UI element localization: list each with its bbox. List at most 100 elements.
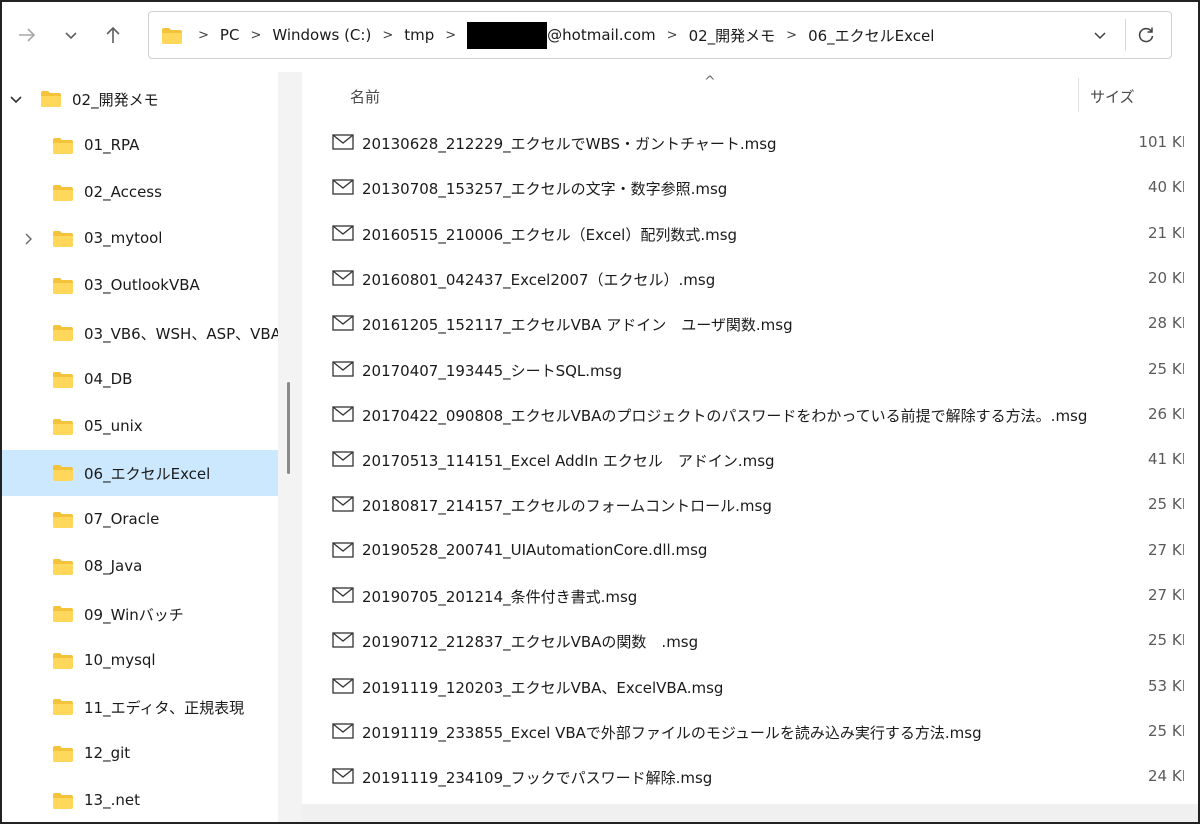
file-row[interactable]: 20161205_152117_エクセルVBA アドイン ユーザ関数.msg 28… — [328, 301, 1194, 346]
sidebar-folder-label: 13_.net — [84, 791, 140, 809]
breadcrumb-drive[interactable]: Windows (C:) — [272, 26, 371, 44]
breadcrumb-tmp[interactable]: tmp — [404, 26, 434, 44]
folder-icon — [52, 277, 74, 299]
sidebar-folder-item[interactable]: 02_Access — [2, 170, 278, 216]
recent-locations-button[interactable] — [56, 20, 86, 50]
refresh-button[interactable] — [1135, 24, 1157, 46]
file-row[interactable]: 20180817_214157_エクセルのフォームコントロール.msg 25 KB — [328, 482, 1194, 527]
arrow-right-icon — [19, 28, 36, 42]
address-bar[interactable]: > PC > Windows (C:) > tmp > @hotmail.com… — [148, 11, 1172, 59]
sidebar-folder-label: 02_Access — [84, 182, 162, 201]
sidebar-folder-item[interactable]: 08_Java — [2, 544, 278, 590]
column-name-header[interactable]: 名前 — [350, 86, 380, 107]
sidebar-folder-label: 04_DB — [84, 369, 133, 388]
navigation-scrollbar[interactable] — [287, 382, 290, 474]
folder-icon — [52, 698, 74, 720]
breadcrumb-pc[interactable]: PC — [220, 26, 240, 44]
breadcrumb-separator-icon: > — [382, 27, 394, 43]
file-row[interactable]: 20160515_210006_エクセル（Excel）配列数式.msg 21 KB — [328, 211, 1194, 256]
folder-icon — [52, 464, 74, 486]
file-row[interactable]: 20170513_114151_Excel AddIn エクセル アドイン.ms… — [328, 437, 1194, 482]
file-name: 20180817_214157_エクセルのフォームコントロール.msg — [362, 497, 772, 516]
sidebar-folder-item[interactable]: 01_RPA — [2, 123, 278, 169]
mail-message-icon — [332, 406, 354, 426]
sort-ascending-icon: ^ — [704, 74, 716, 90]
back-button[interactable] — [12, 20, 42, 50]
mail-message-icon — [332, 315, 354, 335]
sidebar-folder-label: 08_Java — [84, 557, 143, 575]
sidebar-folder-item[interactable]: 06_エクセルExcel — [2, 450, 278, 497]
breadcrumb-dev-notes[interactable]: 02_開発メモ — [689, 25, 776, 46]
sidebar-folder-item[interactable]: 13_.net — [2, 778, 278, 822]
horizontal-scrollbar[interactable] — [302, 804, 1198, 822]
sidebar-folder-item[interactable]: 03_VB6、WSH、ASP、VBA — [2, 310, 281, 356]
folder-icon — [52, 184, 74, 206]
explorer-window: > PC > Windows (C:) > tmp > @hotmail.com… — [0, 0, 1200, 824]
chevron-down-icon[interactable] — [8, 91, 24, 107]
chevron-right-icon[interactable] — [20, 231, 36, 247]
file-row[interactable]: 20191119_233855_Excel VBAで外部ファイルのモジュールを読… — [328, 709, 1194, 754]
mail-message-icon — [332, 496, 354, 516]
file-row[interactable]: 20191119_120203_エクセルVBA、ExcelVBA.msg 53 K… — [328, 664, 1194, 709]
breadcrumb-email-folder[interactable]: @hotmail.com — [547, 26, 656, 44]
breadcrumb-current[interactable]: 06_エクセルExcel — [808, 25, 934, 46]
sidebar-folder-item[interactable]: 09_Winバッチ — [2, 591, 278, 637]
folder-icon — [52, 511, 74, 533]
file-row[interactable]: 20160801_042437_Excel2007（エクセル）.msg 20 KB — [328, 256, 1194, 301]
sidebar-folder-item[interactable]: 11_エディタ、正規表現 — [2, 684, 278, 730]
folder-icon — [52, 558, 74, 580]
column-divider[interactable] — [1078, 78, 1079, 112]
breadcrumb-separator-icon: > — [250, 27, 262, 43]
sidebar-folder-label: 05_unix — [84, 416, 143, 435]
file-name: 20190712_212837_エクセルVBAの関数 .msg — [362, 633, 699, 652]
file-name: 20170422_090808_エクセルVBAのプロジェクトのパスワードをわかっ… — [362, 406, 1088, 425]
divider — [1125, 19, 1126, 51]
file-row[interactable]: 20190528_200741_UIAutomationCore.dll.msg… — [328, 528, 1194, 573]
column-size-header[interactable]: サイズ — [1090, 86, 1135, 107]
file-row[interactable]: 20191119_234109_フックでパスワード解除.msg 24 KB — [328, 754, 1194, 799]
sidebar-folder-label: 03_mytool — [84, 229, 163, 248]
sidebar-folder-item[interactable]: 07_Oracle — [2, 497, 278, 543]
sidebar-folder-label: 12_git — [84, 744, 131, 763]
mail-message-icon — [332, 360, 354, 381]
sidebar-folder-item[interactable]: 10_mysql — [2, 638, 278, 684]
pane-divider[interactable] — [278, 72, 302, 822]
sidebar-folder-label: 02_開発メモ — [72, 91, 159, 109]
folder-icon — [52, 652, 74, 674]
mail-message-icon — [332, 270, 354, 290]
mail-message-icon — [332, 542, 354, 562]
chevron-down-icon — [1094, 32, 1106, 40]
sidebar-folder-item[interactable]: 04_DB — [2, 357, 278, 403]
arrow-up-icon — [106, 26, 120, 43]
sidebar-folder-label: 09_Winバッチ — [84, 605, 184, 624]
file-row[interactable]: 20130708_153257_エクセルの文字・数字参照.msg 40 KB — [328, 165, 1194, 210]
sidebar-folder-label: 01_RPA — [84, 135, 140, 154]
file-name: 20160515_210006_エクセル（Excel）配列数式.msg — [362, 225, 738, 244]
sidebar-folder-label: 06_エクセルExcel — [84, 465, 211, 484]
breadcrumb: > PC > Windows (C:) > tmp > @hotmail.com… — [187, 12, 934, 58]
sidebar-folder-item[interactable]: 05_unix — [2, 404, 278, 450]
file-name: 20190528_200741_UIAutomationCore.dll.msg — [362, 540, 708, 559]
mail-message-icon — [332, 723, 354, 743]
sidebar-folder-item[interactable]: 03_OutlookVBA — [2, 263, 278, 309]
sidebar-folder-item[interactable]: 12_git — [2, 731, 278, 777]
sidebar-folder-item[interactable]: 02_開発メモ — [2, 76, 278, 122]
file-row[interactable]: 20170407_193445_シートSQL.msg 25 KB — [328, 347, 1194, 392]
mail-message-icon — [332, 632, 354, 652]
file-row[interactable]: 20190712_212837_エクセルVBAの関数 .msg 25 KB — [328, 618, 1194, 663]
navigation-pane: 02_開発メモ 01_RPA 02_Access 03_mytool 03_Outloo… — [2, 72, 302, 822]
folder-icon — [52, 137, 74, 159]
file-row[interactable]: 20170422_090808_エクセルVBAのプロジェクトのパスワードをわかっ… — [328, 392, 1194, 437]
mail-message-icon — [332, 677, 354, 698]
chevron-down-icon — [65, 32, 77, 40]
sidebar-folder-label: 11_エディタ、正規表現 — [84, 699, 245, 718]
up-button[interactable] — [98, 20, 128, 50]
address-history-dropdown[interactable] — [1089, 24, 1111, 46]
sidebar-folder-item[interactable]: 03_mytool — [2, 216, 278, 262]
file-row[interactable]: 20130628_212229_エクセルでWBS・ガントチャート.msg 101 … — [328, 120, 1194, 165]
mail-message-icon — [332, 451, 354, 471]
file-row[interactable]: 20190705_201214_条件付き書式.msg 27 KB — [328, 573, 1194, 618]
sidebar-folder-label: 07_Oracle — [84, 510, 160, 529]
file-list-scrollbar[interactable] — [1184, 72, 1198, 822]
sidebar-folder-label: 03_OutlookVBA — [84, 276, 200, 295]
